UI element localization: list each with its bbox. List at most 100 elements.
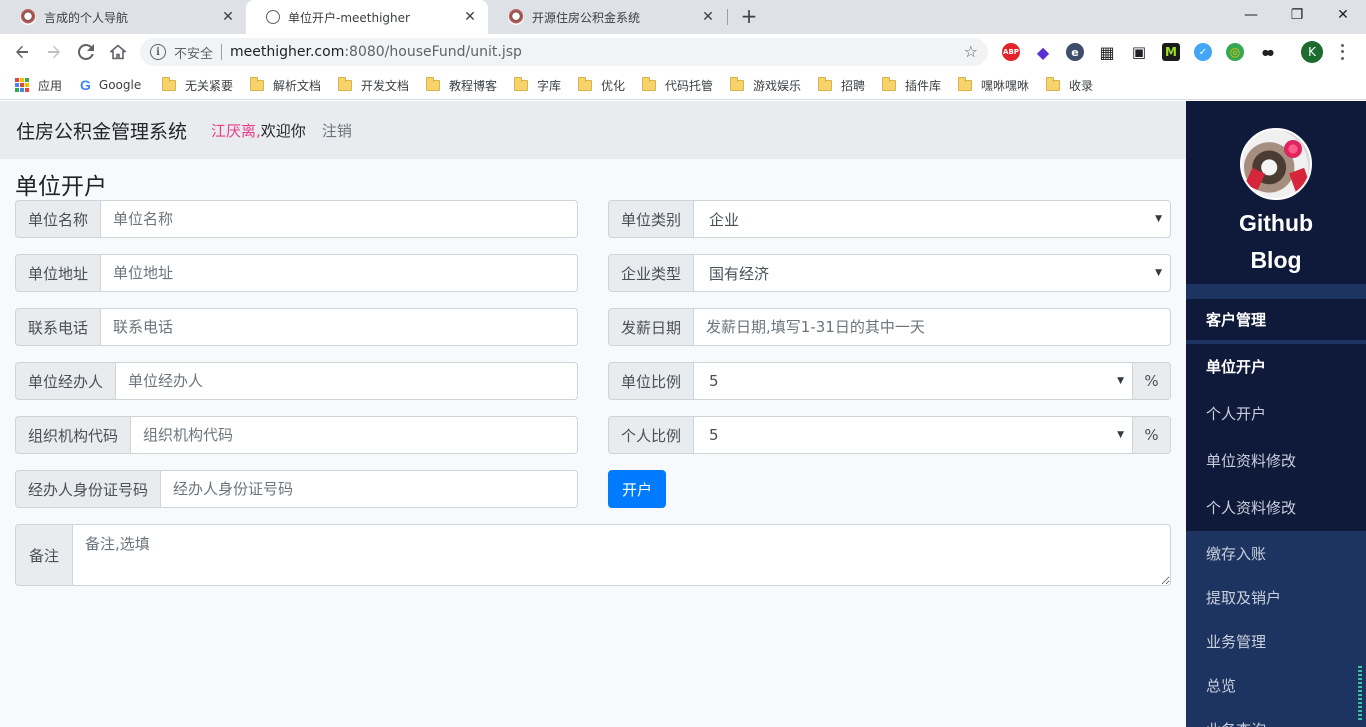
card-decoration	[1244, 167, 1266, 191]
bookmark-star-icon[interactable]: ☆	[964, 42, 978, 61]
selected-value: 5	[709, 372, 719, 390]
sidebar: Github Blog 客户管理 单位开户 个人开户 单位资料修改 个人资料修改…	[1186, 101, 1366, 727]
phone-input[interactable]	[101, 308, 578, 346]
unit-name-input[interactable]	[101, 200, 578, 238]
sidebar-item-query[interactable]: 业务查询	[1186, 707, 1366, 727]
sidebar-item-deposit[interactable]: 缴存入账	[1186, 531, 1366, 575]
sidebar-item-withdraw[interactable]: 提取及销户	[1186, 575, 1366, 619]
bookmark-label: 收录	[1069, 78, 1094, 93]
logout-link[interactable]: 注销	[322, 120, 352, 141]
forward-button[interactable]	[42, 40, 66, 64]
bookmark-label: 无关紧要	[185, 78, 234, 93]
org-code-label: 组织机构代码	[15, 416, 132, 454]
sidebar-item-personal-open[interactable]: 个人开户	[1186, 391, 1366, 435]
minimize-button[interactable]: —	[1228, 0, 1274, 30]
bookmark-folder[interactable]: 解析文档	[250, 76, 321, 94]
bookmark-folder[interactable]: 字库	[514, 76, 561, 94]
bookmark-folder[interactable]: 插件库	[882, 76, 941, 94]
page-title: 单位开户	[15, 174, 107, 200]
adblock-plus-icon[interactable]: ABP	[1002, 43, 1020, 61]
info-icon[interactable]: i	[150, 44, 166, 60]
bookmark-folder[interactable]: 收录	[1046, 76, 1093, 94]
sidebar-group-customer[interactable]: 客户管理	[1186, 299, 1366, 342]
agent-input[interactable]	[116, 362, 578, 400]
bookmark-label: 应用	[38, 78, 63, 93]
open-account-button[interactable]: 开户	[608, 470, 666, 508]
sidebar-item-unit-open[interactable]: 单位开户	[1186, 344, 1366, 388]
browser-menu-icon[interactable]	[1337, 42, 1347, 62]
restore-button[interactable]: ❐	[1274, 0, 1320, 30]
new-tab-button[interactable]: +	[737, 5, 761, 29]
bookmark-folder[interactable]: 招聘	[818, 76, 865, 94]
url-host: meethigher.com	[230, 44, 345, 60]
org-code-input[interactable]	[131, 416, 578, 454]
bookmark-apps[interactable]: 应用	[15, 76, 62, 94]
browser-tab-3[interactable]: 开源住房公积金系统 ✕	[488, 0, 726, 34]
scroll-indicator[interactable]	[1356, 662, 1366, 727]
personal-ratio-select[interactable]: 5 ▼	[694, 416, 1133, 454]
browser-tab-2[interactable]: 单位开户-meethigher ✕	[246, 0, 488, 34]
unit-category-group: 单位类别 企业 ▼	[608, 200, 1171, 238]
sidebar-item-unit-edit[interactable]: 单位资料修改	[1186, 438, 1366, 482]
browser-tab-1[interactable]: 言成的个人导航 ✕	[0, 0, 246, 34]
folder-icon	[514, 76, 528, 91]
edge-reader-icon[interactable]: e	[1066, 43, 1084, 61]
unit-ratio-select[interactable]: 5 ▼	[694, 362, 1133, 400]
folder-icon	[730, 76, 744, 91]
agent-id-input[interactable]	[161, 470, 578, 508]
close-tab-icon[interactable]: ✕	[462, 9, 478, 25]
profile-avatar[interactable]: K	[1301, 41, 1323, 63]
bookmark-folder[interactable]: 游戏娱乐	[730, 76, 801, 94]
bookmarks-bar: 应用 G Google 无关紧要 解析文档 开发文档 教程博客 字库 优化 代码…	[0, 70, 1366, 100]
enterprise-type-group: 企业类型 国有经济 ▼	[608, 254, 1171, 292]
address-divider	[221, 44, 223, 60]
picture-in-picture-icon[interactable]: ▣	[1130, 43, 1148, 61]
close-tab-icon[interactable]: ✕	[220, 9, 236, 25]
home-button[interactable]	[106, 40, 130, 64]
bookmark-google[interactable]: G Google	[80, 76, 141, 94]
unit-address-input[interactable]	[101, 254, 578, 292]
folder-icon	[578, 76, 592, 91]
bookmark-folder[interactable]: 开发文档	[338, 76, 409, 94]
unit-category-select[interactable]: 企业 ▼	[694, 200, 1171, 238]
memo-group: 备注	[15, 524, 1171, 586]
close-tab-icon[interactable]: ✕	[700, 9, 716, 25]
m-extension-icon[interactable]: M	[1162, 43, 1180, 61]
sidebar-item-personal-edit[interactable]: 个人资料修改	[1186, 485, 1366, 529]
unit-ratio-label: 单位比例	[608, 362, 695, 400]
sidebar-item-overview[interactable]: 总览	[1186, 663, 1366, 707]
arrow-right-icon	[48, 45, 60, 59]
check-extension-icon[interactable]: ✓	[1194, 43, 1212, 61]
back-button[interactable]	[10, 40, 34, 64]
unit-ratio-group: 单位比例 5 ▼ %	[608, 362, 1171, 400]
enterprise-type-label: 企业类型	[608, 254, 695, 292]
pay-date-input[interactable]	[694, 308, 1171, 346]
address-bar[interactable]: i 不安全 meethigher.com :8080/houseFund/uni…	[140, 38, 988, 66]
selected-value: 企业	[709, 210, 740, 229]
browser-tab-strip: 言成的个人导航 ✕ 单位开户-meethigher ✕ 开源住房公积金系统 ✕ …	[0, 0, 1366, 34]
bookmark-folder[interactable]: 教程博客	[426, 76, 497, 94]
bookmark-label: Google	[98, 78, 142, 92]
bookmark-folder[interactable]: 代码托管	[642, 76, 713, 94]
rose-decoration	[1284, 140, 1302, 158]
sidebar-item-business[interactable]: 业务管理	[1186, 619, 1366, 663]
brand-line: Github	[1238, 210, 1314, 236]
window-close-button[interactable]: ✕	[1320, 0, 1366, 30]
swirl-extension-icon[interactable]: ◎	[1226, 43, 1244, 61]
memo-textarea[interactable]	[73, 524, 1171, 586]
folder-icon	[250, 76, 264, 91]
folder-icon	[818, 76, 832, 91]
bookmark-folder[interactable]: 嘿咻嘿咻	[958, 76, 1029, 94]
sidebar-brand[interactable]: Github Blog	[1186, 101, 1366, 284]
diamond-extension-icon[interactable]: ◆	[1034, 43, 1052, 62]
caret-down-icon: ▼	[1117, 430, 1124, 440]
sunglasses-extension-icon[interactable]: ●●	[1258, 43, 1276, 61]
brand-title: Github Blog	[1186, 205, 1366, 279]
bookmark-folder[interactable]: 优化	[578, 76, 625, 94]
enterprise-type-select[interactable]: 国有经济 ▼	[694, 254, 1171, 292]
app-header: 住房公积金管理系统 江厌离, 欢迎你 注销	[0, 101, 1186, 159]
qr-code-icon[interactable]: ▦	[1098, 43, 1116, 62]
security-label: 不安全	[174, 46, 214, 62]
bookmark-folder[interactable]: 无关紧要	[162, 76, 233, 94]
reload-button[interactable]	[74, 40, 98, 64]
